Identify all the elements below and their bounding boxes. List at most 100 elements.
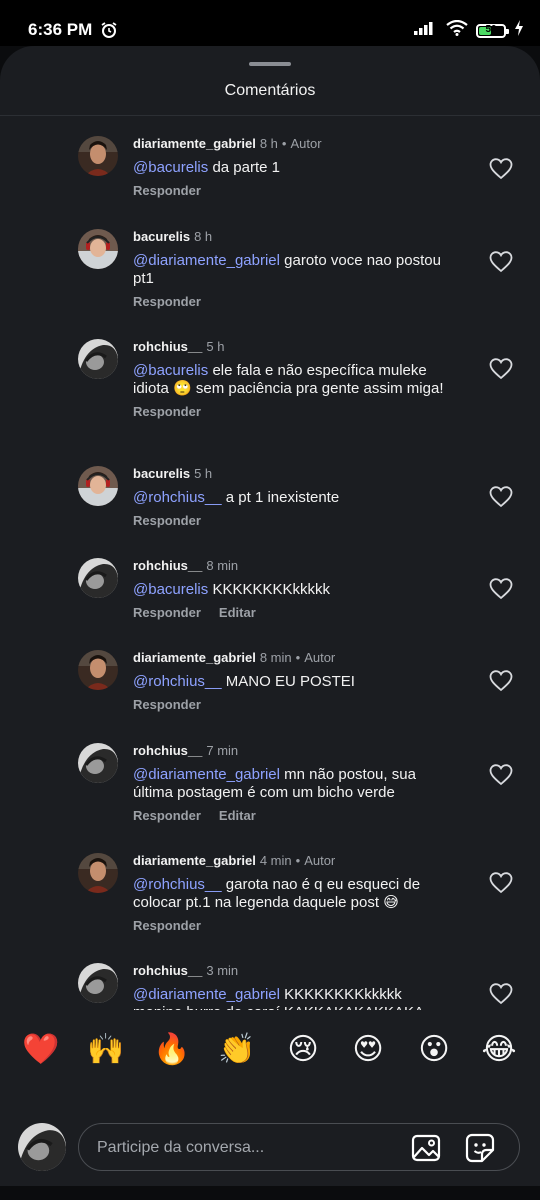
comment-username[interactable]: rohchius__ [133, 339, 202, 354]
emoji-fire-button[interactable]: 🔥 [152, 1032, 192, 1068]
like-button[interactable] [489, 670, 513, 692]
comment-username[interactable]: diariamente_gabriel [133, 650, 256, 665]
comment-text: @bacurelis KKKKKKKKkkkkk [133, 581, 453, 599]
alarm-icon [100, 21, 118, 44]
avatar[interactable] [78, 229, 118, 269]
heart-outline-icon [489, 251, 513, 277]
comment-message: MANO EU POSTEI [225, 673, 355, 690]
status-bar: 6:36 PM 50 [0, 0, 540, 46]
emoji-raising-hands-button[interactable]: 🙌 [86, 1032, 126, 1068]
mention-link[interactable]: @diariamente_gabriel [133, 986, 280, 1003]
like-button[interactable] [489, 578, 513, 600]
edit-button[interactable]: Editar [219, 808, 256, 823]
reply-button[interactable]: Responder [133, 808, 201, 823]
comment-text: @diariamente_gabriel mn não postou, sua … [133, 766, 453, 802]
comment-username[interactable]: diariamente_gabriel [133, 136, 256, 151]
sticker-icon [465, 1133, 495, 1167]
mention-link[interactable]: @rohchius__ [133, 489, 222, 506]
comment-message: a pt 1 inexistente [225, 489, 340, 506]
comment-username[interactable]: bacurelis [133, 229, 190, 244]
like-button[interactable] [489, 486, 513, 508]
avatar[interactable] [78, 650, 118, 690]
avatar[interactable] [78, 743, 118, 783]
heart-outline-icon [489, 872, 513, 898]
author-badge: Autor [304, 853, 336, 868]
comment-username[interactable]: diariamente_gabriel [133, 853, 256, 868]
wifi-icon [446, 19, 468, 41]
reply-button[interactable]: Responder [133, 183, 201, 198]
reply-button[interactable]: Responder [133, 697, 201, 712]
separator-dot: • [281, 136, 287, 151]
emoji-crying-button[interactable]: 😢 [283, 1032, 323, 1068]
mention-link[interactable]: @bacurelis [133, 159, 208, 176]
like-button[interactable] [489, 764, 513, 786]
comment-time: 7 min [206, 743, 239, 758]
reply-button[interactable]: Responder [133, 513, 201, 528]
avatar[interactable] [78, 853, 118, 893]
emoji-reaction-bar: ❤️ 🙌 🔥 👏 😢 😍 😮 😂 [0, 1010, 540, 1096]
emoji-heart-button[interactable]: ❤️ [21, 1032, 61, 1068]
comment-text: @rohchius__ garota nao é q eu esqueci de… [133, 876, 453, 912]
like-button[interactable] [489, 251, 513, 273]
mention-link[interactable]: @rohchius__ [133, 876, 222, 893]
sheet-drag-handle[interactable] [249, 62, 291, 66]
edit-button[interactable]: Editar [219, 605, 256, 620]
like-button[interactable] [489, 358, 513, 380]
comment-text: @rohchius__ MANO EU POSTEI [133, 673, 453, 691]
heart-outline-icon [489, 578, 513, 604]
like-button[interactable] [489, 158, 513, 180]
battery-percent: 50 [485, 23, 497, 35]
avatar[interactable] [78, 963, 118, 1003]
emoji-heart-eyes-button[interactable]: 😍 [348, 1032, 388, 1068]
heart-outline-icon [489, 486, 513, 512]
avatar[interactable] [78, 136, 118, 176]
separator-dot: • [295, 853, 301, 868]
comment-time: 8 min [206, 558, 239, 573]
comment-text: @bacurelis da parte 1 [133, 159, 453, 177]
comment-input[interactable]: Participe da conversa... [78, 1123, 520, 1171]
image-button[interactable] [411, 1133, 441, 1168]
avatar[interactable] [78, 339, 118, 379]
image-icon [411, 1134, 441, 1167]
mention-link[interactable]: @rohchius__ [133, 673, 222, 690]
heart-outline-icon [489, 158, 513, 184]
like-button[interactable] [489, 983, 513, 1005]
avatar[interactable] [78, 558, 118, 598]
reply-button[interactable]: Responder [133, 294, 201, 309]
comment-username[interactable]: rohchius__ [133, 743, 202, 758]
reply-button[interactable]: Responder [133, 605, 201, 620]
emoji-clapping-button[interactable]: 👏 [217, 1032, 257, 1068]
comment-list[interactable]: diariamente_gabriel 8 h • Autor @bacurelis … [0, 116, 540, 1056]
author-badge: Autor [290, 136, 322, 151]
avatar[interactable] [78, 466, 118, 506]
comment-message: KKKKKKKKkkkkk [212, 581, 330, 598]
comment-time: 3 min [206, 963, 239, 978]
emoji-laughing-button[interactable]: 😂 [479, 1032, 519, 1068]
comment-username[interactable]: rohchius__ [133, 963, 202, 978]
reply-button[interactable]: Responder [133, 918, 201, 933]
heart-outline-icon [489, 358, 513, 384]
comment-time: 4 min [259, 853, 292, 868]
comment-username[interactable]: rohchius__ [133, 558, 202, 573]
comment-time: 8 h [259, 136, 278, 151]
comment-text: @rohchius__ a pt 1 inexistente [133, 489, 453, 507]
comment-input-placeholder: Participe da conversa... [97, 1139, 265, 1156]
reply-button[interactable]: Responder [133, 404, 201, 419]
mention-link[interactable]: @bacurelis [133, 362, 208, 379]
mention-link[interactable]: @bacurelis [133, 581, 208, 598]
comment-time: 8 min [259, 650, 292, 665]
mention-link[interactable]: @diariamente_gabriel [133, 252, 280, 269]
comment-time: 8 h [194, 229, 213, 244]
signal-icon [414, 21, 438, 40]
comment-message: da parte 1 [212, 159, 280, 176]
battery-icon: 50 [476, 23, 509, 38]
heart-outline-icon [489, 670, 513, 696]
sticker-button[interactable] [465, 1133, 495, 1168]
emoji-surprised-button[interactable]: 😮 [414, 1032, 454, 1068]
like-button[interactable] [489, 872, 513, 894]
mention-link[interactable]: @diariamente_gabriel [133, 766, 280, 783]
heart-outline-icon [489, 764, 513, 790]
comment-username[interactable]: bacurelis [133, 466, 190, 481]
status-time: 6:36 PM [28, 20, 93, 39]
comment-time: 5 h [194, 466, 213, 481]
